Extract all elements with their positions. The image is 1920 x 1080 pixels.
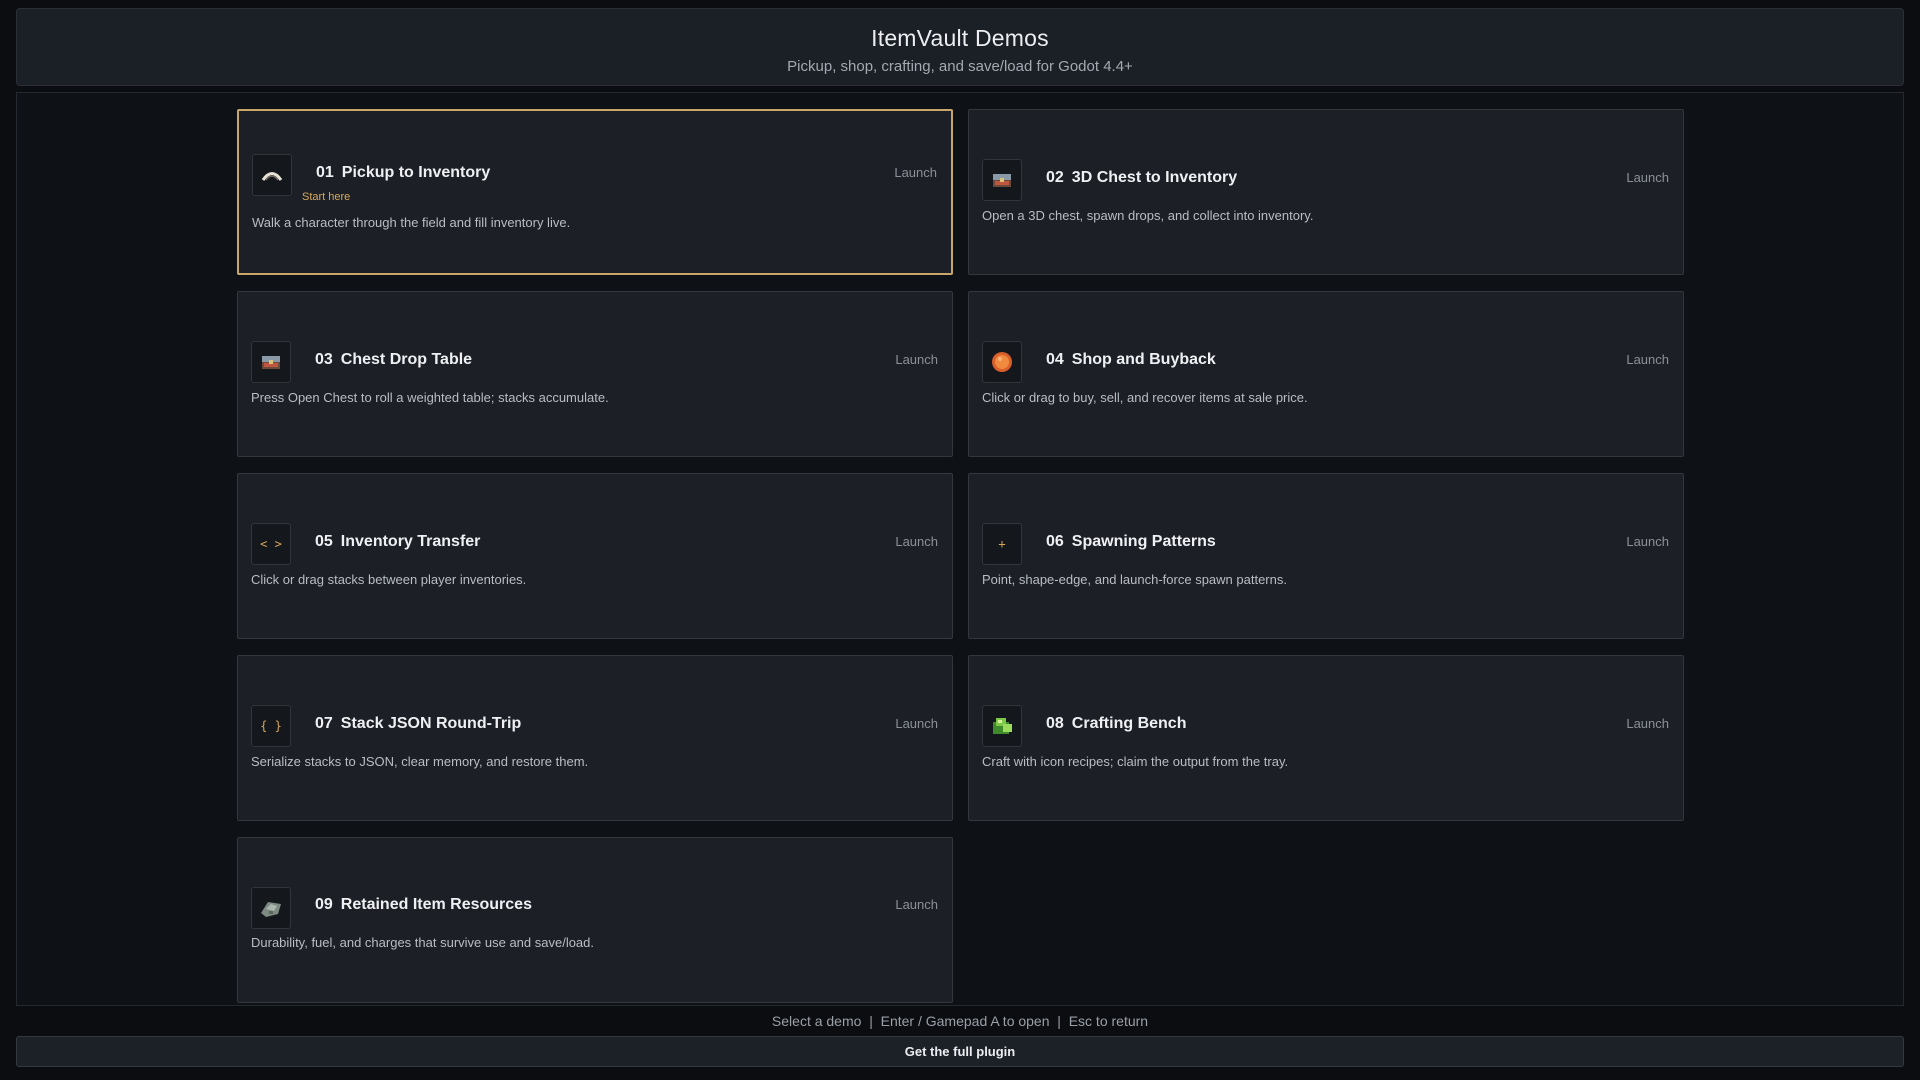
demo-title: 01 Pickup to Inventory [316, 164, 491, 181]
launch-button[interactable]: Launch [1626, 716, 1669, 731]
demo-title: 04 Shop and Buyback [1046, 351, 1216, 368]
demo-card-05[interactable]: < > 05 Inventory Transfer Launch Click or… [237, 473, 953, 639]
demo-description: Click or drag to buy, sell, and recover … [982, 390, 1308, 405]
demo-card-07[interactable]: { } 07 Stack JSON Round-Trip Launch Seria… [237, 655, 953, 821]
demo-card-08[interactable]: 08 Crafting Bench Launch Craft with icon … [968, 655, 1684, 821]
chest-icon [982, 159, 1022, 201]
ore-icon [251, 887, 291, 929]
demo-title: 09 Retained Item Resources [315, 896, 532, 913]
transfer-icon: < > [251, 523, 291, 565]
demo-card-06[interactable]: + 06 Spawning Patterns Launch Point, shap… [968, 473, 1684, 639]
demo-card-02[interactable]: 02 3D Chest to Inventory Launch Open a 3D… [968, 109, 1684, 275]
demo-title: 02 3D Chest to Inventory [1046, 169, 1238, 186]
demo-description: Point, shape-edge, and launch-force spaw… [982, 572, 1287, 587]
demo-card-04[interactable]: 04 Shop and Buyback Launch Click or drag … [968, 291, 1684, 457]
braces-icon: { } [251, 705, 291, 747]
launch-button[interactable]: Launch [1626, 352, 1669, 367]
launch-button[interactable]: Launch [895, 534, 938, 549]
page-subtitle: Pickup, shop, crafting, and save/load fo… [787, 58, 1133, 75]
page-title: ItemVault Demos [871, 25, 1049, 51]
demo-description: Durability, fuel, and charges that survi… [251, 935, 595, 950]
coin-icon [982, 341, 1022, 383]
demo-title: 07 Stack JSON Round-Trip [315, 715, 522, 732]
demo-title: 08 Crafting Bench [1046, 715, 1187, 732]
launch-button[interactable]: Launch [895, 897, 938, 912]
demo-description: Press Open Chest to roll a weighted tabl… [251, 390, 609, 405]
demo-description: Craft with icon recipes; claim the outpu… [982, 754, 1289, 769]
get-full-plugin-button[interactable]: Get the full plugin [16, 1036, 1904, 1067]
demo-title: 05 Inventory Transfer [315, 533, 481, 550]
launch-button[interactable]: Launch [894, 165, 937, 180]
chest-icon [251, 341, 291, 383]
demo-title: 06 Spawning Patterns [1046, 533, 1216, 550]
start-here-tag: Start here [302, 191, 351, 203]
launch-button[interactable]: Launch [895, 352, 938, 367]
demo-card-09[interactable]: 09 Retained Item Resources Launch Durabil… [237, 837, 953, 1003]
demo-description: Serialize stacks to JSON, clear memory, … [251, 754, 589, 769]
demo-grid: 01 Pickup to Inventory Start here Launch … [16, 92, 1904, 1006]
launch-button[interactable]: Launch [895, 716, 938, 731]
launch-button[interactable]: Launch [1626, 170, 1669, 185]
app-header: ItemVault Demos Pickup, shop, crafting, … [16, 8, 1904, 86]
launch-button[interactable]: Launch [1626, 534, 1669, 549]
demo-description: Click or drag stacks between player inve… [251, 572, 527, 587]
demo-title: 03 Chest Drop Table [315, 351, 473, 368]
demo-card-01[interactable]: 01 Pickup to Inventory Start here Launch … [237, 109, 953, 275]
arc-icon [252, 154, 292, 196]
herb-icon [982, 705, 1022, 747]
demo-description: Open a 3D chest, spawn drops, and collec… [982, 208, 1314, 223]
demo-card-03[interactable]: 03 Chest Drop Table Launch Press Open Che… [237, 291, 953, 457]
demo-description: Walk a character through the field and f… [252, 215, 571, 230]
controls-hint: Select a demo | Enter / Gamepad A to ope… [771, 1013, 1149, 1029]
plus-icon: + [982, 523, 1022, 565]
